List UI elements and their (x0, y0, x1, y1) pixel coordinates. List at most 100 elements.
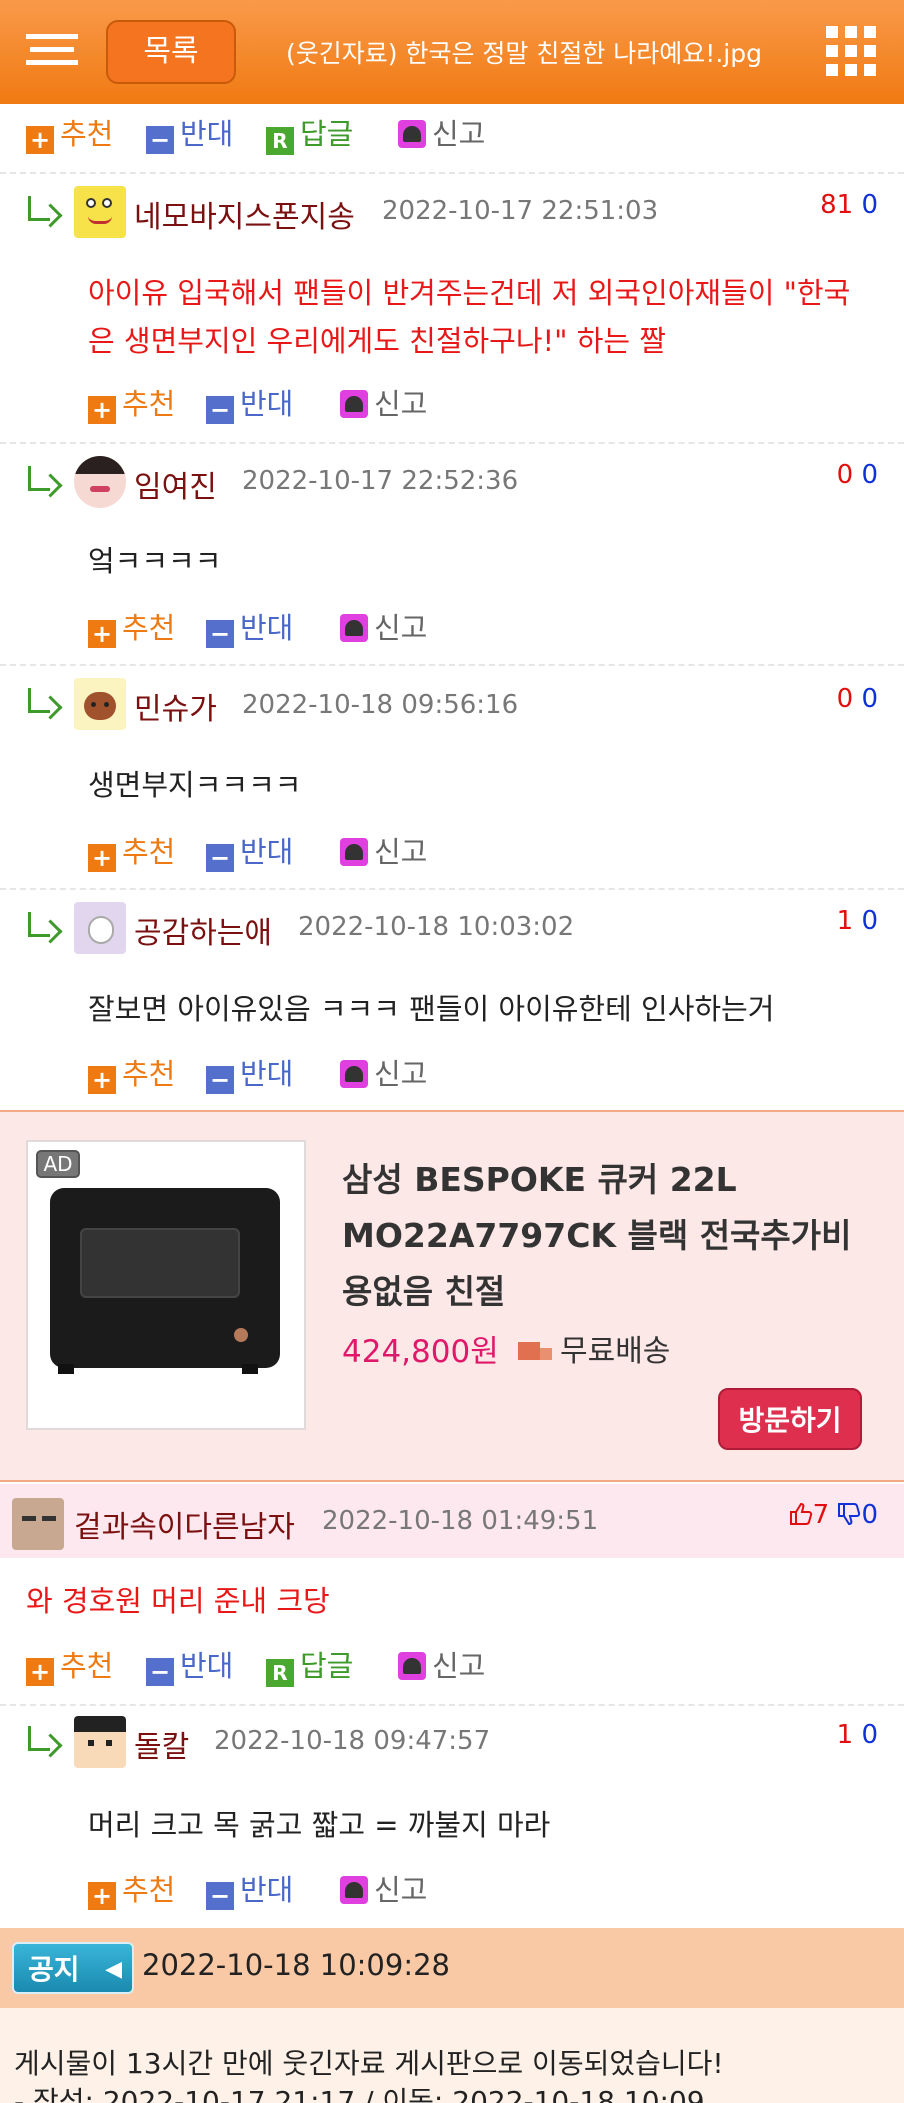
thumbs-down-icon (837, 1502, 861, 1526)
comment-nickname[interactable]: 공감하는애 (134, 908, 272, 952)
avatar[interactable] (74, 186, 126, 238)
down-count: 0 (861, 1720, 878, 1750)
comment-nickname[interactable]: 임여진 (134, 462, 217, 506)
ad-banner[interactable]: AD 삼성 BESPOKE 큐커 22L MO22A7797CK 블랙 전국추가… (0, 1112, 904, 1482)
notice-label: 공지 (28, 1953, 80, 1986)
report-label: 신고 (374, 835, 428, 869)
comment-nickname[interactable]: 돌칼 (134, 1722, 189, 1766)
report-button[interactable]: 신고 (398, 114, 485, 154)
menu-icon[interactable] (26, 34, 78, 70)
shipping-label: 무료배송 (560, 1334, 671, 1369)
oppose-label: 반대 (240, 1873, 294, 1907)
minus-icon: − (206, 620, 234, 648)
reply-button[interactable]: R 답글 (266, 114, 353, 155)
siren-icon (340, 390, 368, 418)
report-label: 신고 (374, 611, 428, 645)
avatar[interactable] (74, 456, 126, 508)
minus-icon: − (146, 1658, 174, 1686)
report-button[interactable]: 신고 (340, 832, 427, 872)
reply-arrow-icon (24, 1726, 63, 1758)
recommend-button[interactable]: + 추천 (26, 114, 113, 154)
comment-text: 머리 크고 목 굵고 짧고 = 까불지 마라 (88, 1808, 551, 1842)
oppose-label: 반대 (180, 1649, 234, 1683)
recommend-label: 추천 (122, 1057, 176, 1091)
comment-score: 1 0 (837, 1720, 878, 1750)
ad-badge: AD (36, 1150, 80, 1178)
comment-date: 2022-10-18 09:56:16 (242, 690, 519, 720)
avatar[interactable] (12, 1498, 64, 1550)
oppose-button[interactable]: − 반대 (146, 1646, 233, 1686)
oppose-button[interactable]: − 반대 (206, 1870, 293, 1910)
recommend-label: 추천 (122, 1873, 176, 1907)
avatar[interactable] (74, 902, 126, 954)
comment-nickname[interactable]: 민슈가 (134, 684, 217, 728)
comment-nickname[interactable]: 네모바지스폰지송 (134, 192, 355, 236)
recommend-button[interactable]: + 추천 (88, 1054, 175, 1094)
oppose-label: 반대 (240, 1057, 294, 1091)
comment-date: 2022-10-17 22:51:03 (382, 196, 659, 226)
reply-icon: R (266, 127, 294, 155)
ad-product-image[interactable]: AD (26, 1140, 306, 1430)
thumbs-up-icon (789, 1502, 813, 1526)
comment-text-line: 은 생면부지인 우리에게도 친절하구나!" 하는 짤 (88, 324, 666, 358)
avatar[interactable] (74, 1716, 126, 1768)
recommend-label: 추천 (122, 611, 176, 645)
recommend-label: 추천 (60, 1649, 114, 1683)
report-button[interactable]: 신고 (340, 1054, 427, 1094)
comment-date: 2022-10-18 01:49:51 (322, 1506, 599, 1536)
up-count: 81 (820, 190, 854, 220)
oppose-button[interactable]: − 반대 (206, 832, 293, 872)
report-button[interactable]: 신고 (398, 1646, 485, 1686)
up-count: 7 (812, 1500, 830, 1530)
comment-text-line: 아이유 입국해서 팬들이 반겨주는건데 저 외국인아재들이 "한국 (88, 276, 851, 310)
report-label: 신고 (374, 1057, 428, 1091)
down-count: 0 (861, 906, 878, 936)
up-count: 0 (836, 460, 854, 490)
comment-score: 7 0 (789, 1500, 878, 1530)
recommend-button[interactable]: + 추천 (26, 1646, 113, 1686)
oppose-button[interactable]: − 반대 (206, 384, 293, 424)
comment-text: 잘보면 아이유있음 ㅋㅋㅋ 팬들이 아이유한테 인사하는거 (88, 992, 775, 1026)
plus-icon: + (88, 1882, 116, 1910)
oven-image (50, 1188, 280, 1368)
visit-button[interactable]: 방문하기 (718, 1388, 862, 1450)
recommend-button[interactable]: + 추천 (88, 1870, 175, 1910)
recommend-label: 추천 (60, 117, 114, 151)
down-count: 0 (861, 1500, 878, 1530)
minus-icon: − (206, 396, 234, 424)
comment-nickname[interactable]: 겉과속이다른남자 (74, 1502, 295, 1546)
up-count: 0 (836, 684, 854, 714)
oppose-button[interactable]: − 반대 (206, 1054, 293, 1094)
report-label: 신고 (374, 1873, 428, 1907)
oppose-label: 반대 (180, 117, 234, 151)
apps-grid-icon[interactable] (826, 26, 876, 76)
oppose-label: 반대 (240, 611, 294, 645)
comment-date: 2022-10-18 10:03:02 (298, 912, 575, 942)
ad-title[interactable]: 삼성 BESPOKE 큐커 22L MO22A7797CK 블랙 전국추가비용없… (342, 1152, 872, 1320)
report-button[interactable]: 신고 (340, 384, 427, 424)
notice-body: 게시물이 13시간 만에 웃긴자료 게시판으로 이동되었습니다! - 작성: 2… (0, 2008, 904, 2103)
oppose-button[interactable]: − 반대 (146, 114, 233, 154)
recommend-button[interactable]: + 추천 (88, 832, 175, 872)
comment-text: 와 경호원 머리 준내 크당 (26, 1584, 330, 1618)
siren-icon (340, 1876, 368, 1904)
plus-icon: + (88, 1066, 116, 1094)
minus-icon: − (146, 126, 174, 154)
report-button[interactable]: 신고 (340, 1870, 427, 1910)
avatar[interactable] (74, 678, 126, 730)
list-button[interactable]: 목록 (106, 20, 236, 84)
recommend-button[interactable]: + 추천 (88, 608, 175, 648)
recommend-button[interactable]: + 추천 (88, 384, 175, 424)
comment-text: 엌ㅋㅋㅋㅋ (88, 544, 222, 578)
down-count: 0 (861, 190, 878, 220)
notice-line: - 작성: 2022-10-17 21:17 / 이동: 2022-10-18 … (14, 2085, 705, 2103)
oppose-button[interactable]: − 반대 (206, 608, 293, 648)
report-button[interactable]: 신고 (340, 608, 427, 648)
notice-date: 2022-10-18 10:09:28 (142, 1948, 450, 1982)
comment-text: 생면부지ㅋㅋㅋㅋ (88, 768, 302, 802)
up-count: 1 (836, 906, 854, 936)
comment-date: 2022-10-18 09:47:57 (214, 1726, 491, 1756)
recommend-label: 추천 (122, 387, 176, 421)
plus-icon: + (88, 620, 116, 648)
reply-button[interactable]: R 답글 (266, 1646, 353, 1687)
